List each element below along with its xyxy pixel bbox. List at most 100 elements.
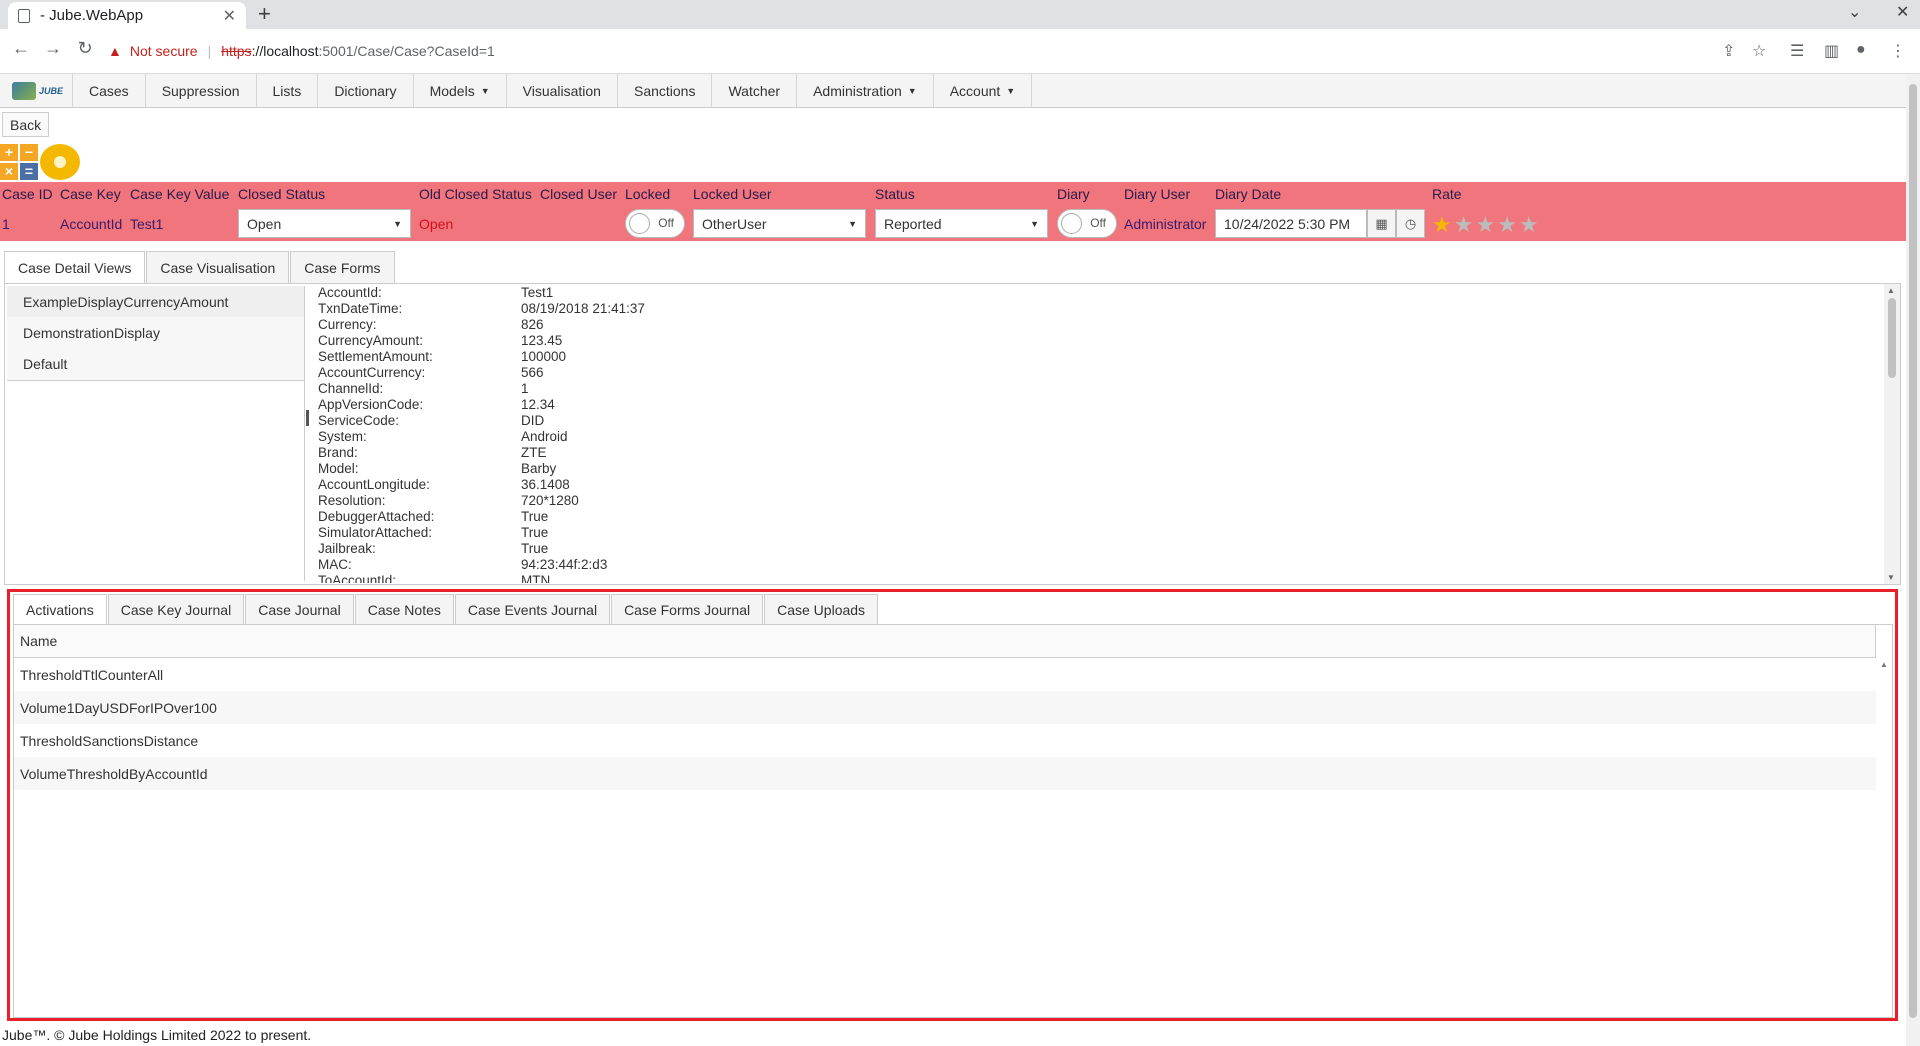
diary-date-input[interactable]: 10/24/2022 5:30 PM <box>1215 209 1367 238</box>
highlighted-activations-panel: Activations Case Key Journal Case Journa… <box>7 589 1898 1021</box>
star-icon[interactable]: ★ <box>1454 212 1476 237</box>
reading-list-icon[interactable]: ☰ <box>1790 41 1804 61</box>
case-key-value: AccountId <box>60 216 123 232</box>
reload-icon[interactable]: ↻ <box>72 38 98 59</box>
new-tab-icon[interactable]: + <box>258 1 271 27</box>
field-row: SimulatorAttached: True <box>318 525 1878 541</box>
side-panel-icon[interactable]: ▥ <box>1824 41 1839 61</box>
bookmark-star-icon[interactable]: ☆ <box>1752 41 1766 61</box>
table-row[interactable]: Volume1DayUSDForIPOver100 <box>14 691 1876 724</box>
star-icon[interactable]: ★ <box>1475 212 1497 237</box>
browser-menu-icon[interactable]: ⋮ <box>1890 41 1906 61</box>
field-value: 12.34 <box>521 397 555 412</box>
calendar-icon[interactable]: ▦ <box>1367 209 1396 238</box>
rating-stars[interactable]: ★★★★★ <box>1432 212 1541 238</box>
tab-case-forms-journal[interactable]: Case Forms Journal <box>611 594 764 624</box>
jube-logo[interactable]: JUBE <box>0 74 72 107</box>
diary-label: Diary <box>1057 186 1090 202</box>
nav-visualisation[interactable]: Visualisation <box>505 74 617 107</box>
tab-case-journal[interactable]: Case Journal <box>245 594 354 624</box>
field-key: MAC: <box>318 557 352 572</box>
tab-case-visualisation[interactable]: Case Visualisation <box>146 251 290 283</box>
page-scrollbar[interactable] <box>1906 74 1920 1046</box>
tab-case-forms[interactable]: Case Forms <box>290 251 395 283</box>
address-bar-row: ← → ↻ ▲ Not secure | https://localhost:5… <box>0 29 1920 74</box>
field-value: DID <box>521 413 545 428</box>
calculator-icon[interactable]: + − × = <box>0 144 38 180</box>
tab-search-chevron-icon[interactable]: ⌄ <box>1848 2 1861 22</box>
field-key: ToAccountId: <box>318 573 397 583</box>
fields-scrollbar[interactable]: ▲ ▼ <box>1884 284 1900 584</box>
star-icon[interactable]: ★ <box>1519 212 1541 237</box>
view-item-default[interactable]: Default <box>7 348 304 379</box>
browser-tab[interactable]: - Jube.WebApp ✕ <box>8 2 246 29</box>
diary-toggle[interactable]: Off <box>1057 209 1117 238</box>
nav-dictionary[interactable]: Dictionary <box>317 74 412 107</box>
status-select[interactable]: Reported ▼ <box>875 209 1048 238</box>
field-key: SimulatorAttached: <box>318 525 433 540</box>
profile-avatar-icon[interactable]: ● <box>1856 41 1866 59</box>
splitter-handle[interactable] <box>306 410 309 426</box>
window-close-icon[interactable]: ✕ <box>1896 2 1909 22</box>
browser-tab-title: - Jube.WebApp <box>40 7 144 24</box>
nav-models[interactable]: Models ▼ <box>412 74 506 107</box>
field-value: 566 <box>521 365 544 380</box>
forward-arrow-icon[interactable]: → <box>40 38 66 59</box>
field-row: System: Android <box>318 429 1878 445</box>
close-tab-icon[interactable]: ✕ <box>223 6 236 26</box>
disc-icon[interactable] <box>40 144 80 180</box>
tab-case-detail-views[interactable]: Case Detail Views <box>4 251 146 284</box>
diary-date-label: Diary Date <box>1215 186 1282 202</box>
nav-suppression[interactable]: Suppression <box>144 74 256 107</box>
dropdown-caret-icon: ▼ <box>480 85 490 96</box>
detail-views-list: ExampleDisplayCurrencyAmount Demonstrati… <box>7 286 305 381</box>
url-host: ://localhost <box>251 43 319 59</box>
closed-status-select[interactable]: Open ▼ <box>238 209 411 238</box>
field-key: CurrencyAmount: <box>318 333 424 348</box>
nav-cases[interactable]: Cases <box>72 74 145 107</box>
field-value: MTN <box>521 573 551 583</box>
tab-case-key-journal[interactable]: Case Key Journal <box>107 594 245 624</box>
column-header-name[interactable]: Name <box>14 625 1876 658</box>
clock-icon[interactable]: ◷ <box>1396 209 1425 238</box>
field-row: ServiceCode: DID <box>318 413 1878 429</box>
back-button[interactable]: Back <box>2 112 50 137</box>
nav-sanctions[interactable]: Sanctions <box>616 74 711 107</box>
url-field[interactable]: ▲ Not secure | https://localhost:5001/Ca… <box>108 35 1748 67</box>
locked-user-select[interactable]: OtherUser ▼ <box>693 209 866 238</box>
field-key: Currency: <box>318 317 377 332</box>
field-row: CurrencyAmount: 123.45 <box>318 333 1878 349</box>
tab-case-events-journal[interactable]: Case Events Journal <box>454 594 611 624</box>
nav-account[interactable]: Account ▼ <box>932 74 1033 107</box>
share-icon[interactable]: ⇪ <box>1722 41 1735 61</box>
field-value: 94:23:44f:2:d3 <box>521 557 608 572</box>
field-key: ServiceCode: <box>318 413 400 428</box>
field-row: TxnDateTime: 08/19/2018 21:41:37 <box>318 301 1878 317</box>
table-row[interactable]: ThresholdSanctionsDistance <box>14 724 1876 757</box>
nav-watcher[interactable]: Watcher <box>711 74 796 107</box>
back-arrow-icon[interactable]: ← <box>8 38 34 59</box>
tab-case-uploads[interactable]: Case Uploads <box>764 594 879 624</box>
case-key-value-label: Case Key Value <box>130 186 230 202</box>
tab-activations[interactable]: Activations <box>13 594 107 625</box>
case-key-label: Case Key <box>60 186 121 202</box>
locked-toggle[interactable]: Off <box>625 209 685 238</box>
view-item-example-display-currency-amount[interactable]: ExampleDisplayCurrencyAmount <box>7 286 304 317</box>
view-item-demonstration-display[interactable]: DemonstrationDisplay <box>7 317 304 348</box>
field-value: 36.1408 <box>521 477 570 492</box>
star-icon[interactable]: ★ <box>1497 212 1519 237</box>
nav-administration[interactable]: Administration ▼ <box>796 74 933 107</box>
star-icon[interactable]: ★ <box>1432 212 1454 237</box>
case-header-band: Case ID Case Key Case Key Value Closed S… <box>0 182 1906 241</box>
nav-lists[interactable]: Lists <box>255 74 318 107</box>
warning-icon: ▲ <box>108 43 122 59</box>
field-value: Barby <box>521 461 557 476</box>
closed-user-label: Closed User <box>540 186 618 202</box>
grid-scrollbar[interactable]: ▲ <box>1876 658 1892 1017</box>
table-row[interactable]: ThresholdTtlCounterAll <box>14 658 1876 691</box>
tab-case-notes[interactable]: Case Notes <box>354 594 454 624</box>
field-key: AccountCurrency: <box>318 365 426 380</box>
field-row: AccountId: Test1 <box>318 285 1878 301</box>
table-row[interactable]: VolumeThresholdByAccountId <box>14 757 1876 790</box>
field-value: 1 <box>521 381 529 396</box>
